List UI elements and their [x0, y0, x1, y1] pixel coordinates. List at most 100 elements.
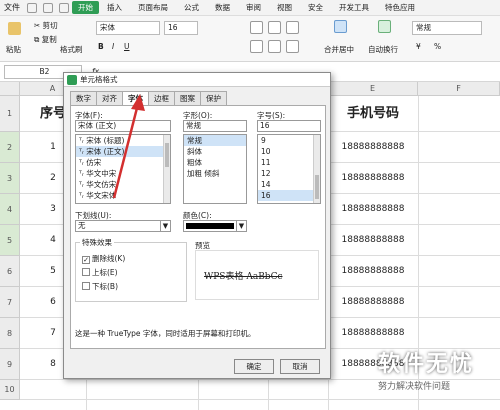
cancel-button[interactable]: 取消 — [280, 359, 320, 374]
percent-button[interactable]: % — [434, 42, 441, 51]
paste-button[interactable]: 粘贴 — [6, 44, 21, 55]
strikethrough-checkbox[interactable]: ✓ 删除线(K) — [82, 253, 125, 264]
select-all-corner[interactable] — [0, 82, 20, 96]
font-option-label: 仿宋 — [86, 158, 102, 167]
tab-security[interactable]: 安全 — [300, 2, 331, 13]
row-header[interactable]: 7 — [0, 287, 20, 318]
auto-wrap-icon[interactable] — [378, 20, 391, 33]
watermark: 软件无忧 努力解决软件问题 — [378, 346, 474, 392]
tab-pattern[interactable]: 图案 — [174, 91, 201, 105]
phone-cell[interactable]: 18888888888 — [328, 163, 418, 194]
row-header[interactable]: 5 — [0, 225, 20, 256]
align-middle-icon[interactable] — [268, 21, 281, 34]
align-top-icon[interactable] — [250, 21, 263, 34]
size-option[interactable]: 10 — [258, 146, 320, 157]
strikethrough-label: 删除线(K) — [92, 254, 126, 263]
tab-data[interactable]: 数据 — [207, 2, 238, 13]
file-menu[interactable]: 文件 — [0, 2, 24, 13]
tab-review[interactable]: 审阅 — [238, 2, 269, 13]
format-painter-button[interactable]: 格式刷 — [60, 44, 83, 55]
cut-button[interactable]: ✂ 剪切 — [34, 20, 58, 31]
row-header[interactable]: 3 — [0, 163, 20, 194]
tab-view[interactable]: 视图 — [269, 2, 300, 13]
annotation-arrow-icon — [112, 94, 145, 199]
size-option[interactable]: 9 — [258, 135, 320, 146]
superscript-checkbox[interactable]: 上标(E) — [82, 267, 118, 278]
chevron-down-icon[interactable]: ▼ — [236, 221, 246, 231]
column-header-f[interactable]: F — [418, 82, 500, 96]
tab-page-layout[interactable]: 页面布局 — [130, 2, 176, 13]
style-option[interactable]: 粗体 — [184, 157, 246, 168]
italic-button[interactable]: I — [112, 42, 114, 51]
paste-icon[interactable] — [8, 22, 21, 35]
tab-formulas[interactable]: 公式 — [176, 2, 207, 13]
copy-button[interactable]: ⧉ 复制 — [34, 34, 57, 45]
effects-label: 特殊效果 — [80, 237, 114, 248]
font-style-input[interactable]: 常规 — [183, 120, 247, 132]
size-option[interactable]: 12 — [258, 168, 320, 179]
align-bottom-icon[interactable] — [286, 21, 299, 34]
underline-select[interactable]: 无 ▼ — [75, 220, 171, 232]
dialog-title-bar[interactable]: 单元格格式 — [64, 73, 330, 87]
row-header[interactable]: 6 — [0, 256, 20, 287]
subscript-checkbox[interactable]: 下标(B) — [82, 281, 118, 292]
phone-cell[interactable]: 18888888888 — [328, 132, 418, 163]
tab-developer[interactable]: 开发工具 — [331, 2, 377, 13]
app-icon — [67, 75, 77, 85]
size-list-scrollbar[interactable] — [313, 135, 320, 203]
row-header[interactable]: 10 — [0, 380, 20, 400]
phone-cell[interactable]: 18888888888 — [328, 194, 418, 225]
row-header[interactable]: 8 — [0, 318, 20, 349]
row-header[interactable]: 9 — [0, 349, 20, 380]
font-size-select[interactable]: 16 — [164, 21, 198, 35]
row-header[interactable]: 2 — [0, 132, 20, 163]
underline-button[interactable]: U — [124, 42, 130, 51]
tab-special[interactable]: 特色应用 — [377, 2, 423, 13]
scrollbar-thumb[interactable] — [165, 143, 169, 167]
row-header[interactable]: 4 — [0, 194, 20, 225]
size-option[interactable]: 14 — [258, 179, 320, 190]
row-header[interactable]: 1 — [0, 96, 20, 132]
undo-icon[interactable] — [43, 2, 53, 13]
number-format-select[interactable]: 常规 — [412, 21, 482, 35]
merge-center-button[interactable]: 合并居中 — [324, 44, 354, 55]
phone-cell[interactable]: 18888888888 — [328, 318, 418, 349]
style-option[interactable]: 加粗 倾斜 — [184, 168, 246, 179]
align-left-icon[interactable] — [250, 40, 263, 53]
tab-number[interactable]: 数字 — [70, 91, 97, 105]
chevron-down-icon[interactable]: ▼ — [160, 221, 170, 231]
font-size-list[interactable]: 9 10 11 12 14 16 — [257, 134, 321, 204]
phone-cell[interactable]: 18888888888 — [328, 225, 418, 256]
color-swatch — [186, 223, 234, 229]
font-style-list[interactable]: 常规 斜体 粗体 加粗 倾斜 — [183, 134, 247, 204]
auto-wrap-button[interactable]: 自动换行 — [368, 44, 398, 55]
align-right-icon[interactable] — [286, 40, 299, 53]
font-list-scrollbar[interactable] — [163, 135, 170, 203]
tab-insert[interactable]: 插入 — [99, 2, 130, 13]
font-name-select[interactable]: 宋体 — [96, 21, 160, 35]
currency-button[interactable]: ¥ — [416, 42, 421, 51]
tab-protection[interactable]: 保护 — [200, 91, 227, 105]
phone-cell[interactable]: 18888888888 — [328, 256, 418, 287]
subscript-label: 下标(B) — [92, 282, 118, 291]
phone-cell[interactable]: 18888888888 — [328, 287, 418, 318]
copy-label: 复制 — [41, 35, 57, 44]
align-center-icon[interactable] — [268, 40, 281, 53]
redo-icon[interactable] — [59, 2, 69, 13]
size-option[interactable]: 11 — [258, 157, 320, 168]
scrollbar-thumb[interactable] — [315, 175, 319, 199]
ok-button[interactable]: 确定 — [234, 359, 274, 374]
watermark-title: 软件无忧 — [378, 352, 475, 377]
header-cell-phone[interactable]: 手机号码 — [328, 96, 418, 132]
font-size-input[interactable]: 16 — [257, 120, 321, 132]
color-select[interactable]: ▼ — [183, 220, 247, 232]
preview-box: WPS表格 AaBbCc — [195, 250, 319, 300]
bold-button[interactable]: B — [98, 42, 104, 51]
merge-center-icon[interactable] — [334, 20, 347, 33]
save-icon[interactable] — [27, 2, 37, 13]
style-option[interactable]: 常规 — [184, 135, 246, 146]
column-header-e[interactable]: E — [328, 82, 418, 96]
size-option[interactable]: 16 — [258, 190, 320, 201]
style-option[interactable]: 斜体 — [184, 146, 246, 157]
tab-home[interactable]: 开始 — [72, 1, 99, 14]
